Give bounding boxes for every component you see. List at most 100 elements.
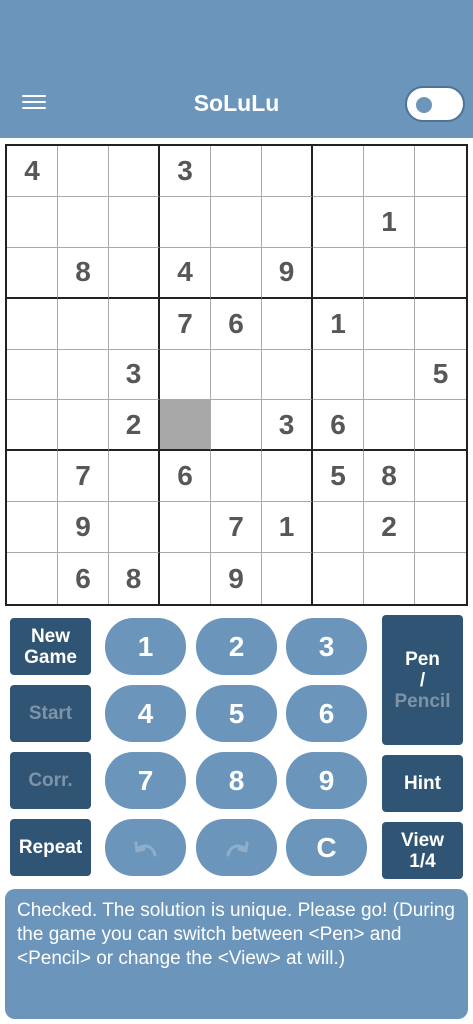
view-button[interactable]: View 1/4 xyxy=(382,822,463,879)
board-cell[interactable] xyxy=(109,502,160,554)
board-cell[interactable] xyxy=(58,298,109,350)
board-cell[interactable] xyxy=(109,298,160,350)
redo-button[interactable] xyxy=(196,819,277,876)
board-cell[interactable] xyxy=(58,400,109,452)
correct-button[interactable]: Corr. xyxy=(10,752,91,809)
board-cell[interactable] xyxy=(415,248,466,299)
board-cell[interactable] xyxy=(109,146,160,197)
board-cell[interactable]: 7 xyxy=(160,298,211,350)
board-cell[interactable] xyxy=(7,196,58,248)
board-cell[interactable]: 8 xyxy=(109,553,160,604)
board-cell[interactable]: 8 xyxy=(364,451,415,503)
board-cell[interactable] xyxy=(211,196,262,248)
board-cell[interactable]: 7 xyxy=(211,502,262,554)
repeat-button[interactable]: Repeat xyxy=(10,819,91,876)
board-cell[interactable] xyxy=(415,451,466,503)
new-game-button[interactable]: New Game xyxy=(10,618,91,675)
board-cell[interactable]: 9 xyxy=(58,502,109,554)
board-cell[interactable]: 4 xyxy=(160,247,211,299)
board-cell[interactable] xyxy=(313,146,364,197)
board-cell[interactable] xyxy=(211,451,262,503)
board-cell[interactable] xyxy=(262,553,313,604)
board-cell[interactable]: 2 xyxy=(109,400,160,452)
number-button-4[interactable]: 4 xyxy=(105,685,186,742)
board-cell[interactable] xyxy=(262,146,313,197)
start-button[interactable]: Start xyxy=(10,685,91,742)
board-cell[interactable] xyxy=(364,553,415,604)
board-cell[interactable]: 6 xyxy=(313,400,364,452)
board-cell[interactable] xyxy=(211,349,262,401)
board-cell[interactable] xyxy=(262,349,313,401)
board-cell[interactable] xyxy=(7,553,58,604)
board-cell[interactable]: 2 xyxy=(364,502,415,554)
board-cell[interactable]: 5 xyxy=(415,350,466,401)
number-button-6[interactable]: 6 xyxy=(286,685,367,742)
board-cell[interactable] xyxy=(313,196,364,248)
board-cell[interactable] xyxy=(58,146,109,197)
board-cell[interactable]: 9 xyxy=(262,247,313,299)
board-cell[interactable]: 6 xyxy=(58,553,109,604)
board-cell[interactable] xyxy=(313,502,364,554)
board-cell[interactable]: 3 xyxy=(109,349,160,401)
board-cell[interactable]: 5 xyxy=(313,451,364,503)
board-cell[interactable]: 1 xyxy=(313,298,364,350)
board-cell[interactable] xyxy=(211,146,262,197)
number-button-2[interactable]: 2 xyxy=(196,618,277,675)
board-cell[interactable] xyxy=(160,502,211,554)
board-cell[interactable] xyxy=(58,349,109,401)
number-button-7[interactable]: 7 xyxy=(105,752,186,809)
board-cell[interactable] xyxy=(7,451,58,503)
board-cell[interactable]: 9 xyxy=(211,553,262,604)
board-cell[interactable] xyxy=(160,349,211,401)
board-cell[interactable] xyxy=(7,502,58,554)
number-button-8[interactable]: 8 xyxy=(196,752,277,809)
board-cell[interactable]: 1 xyxy=(262,502,313,554)
board-cell[interactable] xyxy=(364,247,415,299)
board-cell[interactable] xyxy=(313,247,364,299)
board-cell[interactable] xyxy=(262,451,313,503)
board-cell[interactable] xyxy=(7,247,58,299)
board-cell[interactable] xyxy=(313,553,364,604)
board-cell[interactable] xyxy=(7,400,58,452)
board-cell[interactable]: 4 xyxy=(7,146,58,197)
board-cell[interactable] xyxy=(313,349,364,401)
board-cell[interactable] xyxy=(7,349,58,401)
board-cell[interactable]: 7 xyxy=(58,451,109,503)
board-cell[interactable] xyxy=(262,196,313,248)
board-cell[interactable] xyxy=(109,196,160,248)
board-cell[interactable] xyxy=(160,553,211,604)
board-cell[interactable]: 3 xyxy=(160,146,211,197)
number-button-9[interactable]: 9 xyxy=(286,752,367,809)
board-cell[interactable] xyxy=(364,400,415,452)
board-cell[interactable] xyxy=(364,146,415,197)
board-cell[interactable] xyxy=(262,298,313,350)
undo-button[interactable] xyxy=(105,819,186,876)
board-cell[interactable]: 3 xyxy=(262,400,313,452)
number-button-5[interactable]: 5 xyxy=(196,685,277,742)
board-cell[interactable] xyxy=(415,197,466,248)
board-cell[interactable] xyxy=(109,451,160,503)
board-cell[interactable]: 8 xyxy=(58,247,109,299)
board-cell[interactable] xyxy=(58,196,109,248)
number-button-3[interactable]: 3 xyxy=(286,618,367,675)
board-cell[interactable] xyxy=(211,247,262,299)
board-cell[interactable] xyxy=(7,298,58,350)
board-cell[interactable] xyxy=(364,298,415,350)
board-cell[interactable]: 6 xyxy=(160,451,211,503)
board-cell[interactable]: 6 xyxy=(211,298,262,350)
board-cell[interactable] xyxy=(160,196,211,248)
theme-toggle[interactable] xyxy=(405,86,465,122)
board-cell[interactable]: 1 xyxy=(364,196,415,248)
board-cell[interactable] xyxy=(211,400,262,452)
number-button-1[interactable]: 1 xyxy=(105,618,186,675)
board-cell[interactable] xyxy=(415,299,466,350)
board-cell[interactable] xyxy=(160,400,211,452)
clear-button[interactable]: C xyxy=(286,819,367,876)
board-cell[interactable] xyxy=(415,400,466,452)
board-cell[interactable] xyxy=(415,553,466,604)
hint-button[interactable]: Hint xyxy=(382,755,463,812)
board-cell[interactable] xyxy=(364,349,415,401)
board-cell[interactable] xyxy=(415,146,466,197)
pen-pencil-button[interactable]: Pen / Pencil xyxy=(382,615,463,745)
board-cell[interactable] xyxy=(109,247,160,299)
